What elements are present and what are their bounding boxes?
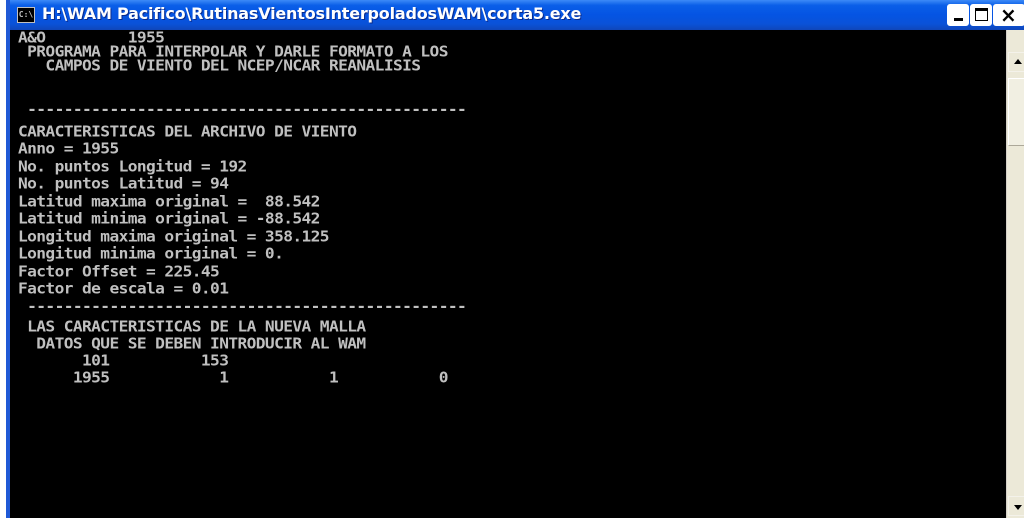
- console-line: CARACTERISTICAS DEL ARCHIVO DE VIENTO: [18, 122, 357, 141]
- console-window: C:\ H:\WAM Pacifico\RutinasVientosInterp…: [6, 0, 1024, 518]
- maximize-button[interactable]: [970, 4, 992, 26]
- console-line: Longitud minima original = 0.: [18, 244, 284, 263]
- console-line: Anno = 1955: [18, 139, 119, 158]
- vertical-scrollbar[interactable]: [1006, 30, 1024, 518]
- arrow-up-icon: [1014, 59, 1022, 64]
- console-line: Factor Offset = 225.45: [18, 262, 220, 281]
- console-line: 101 153: [18, 351, 229, 370]
- minimize-icon: [954, 18, 963, 21]
- minimize-button[interactable]: [947, 4, 969, 26]
- console-separator: ----------------------------------------…: [18, 100, 467, 119]
- scroll-down-button[interactable]: [1008, 496, 1024, 516]
- arrow-down-icon: [1014, 505, 1022, 510]
- console-app-icon[interactable]: C:\: [17, 7, 35, 23]
- scrollbar-thumb[interactable]: [1008, 78, 1024, 146]
- console-line: CAMPOS DE VIENTO DEL NCEP/NCAR REANALISI…: [18, 56, 421, 75]
- console-line: No. puntos Latitud = 94: [18, 174, 229, 193]
- close-button[interactable]: ×: [993, 4, 1024, 26]
- console-separator: ----------------------------------------…: [18, 297, 467, 316]
- console-output[interactable]: A&O 1955 PROGRAMA PARA INTERPOLAR Y DARL…: [18, 30, 1003, 518]
- maximize-icon: [975, 8, 988, 21]
- console-line: Latitud maxima original = 88.542: [18, 192, 320, 211]
- scroll-up-button[interactable]: [1008, 52, 1024, 72]
- console-line: 1955 1 1 0: [18, 368, 449, 387]
- console-line: LAS CARACTERISTICAS DE LA NUEVA MALLA: [18, 317, 366, 336]
- console-line: DATOS QUE SE DEBEN INTRODUCIR AL WAM: [18, 334, 366, 353]
- title-bar[interactable]: C:\ H:\WAM Pacifico\RutinasVientosInterp…: [10, 0, 1024, 30]
- console-line: Latitud minima original = -88.542: [18, 209, 320, 228]
- console-line: Longitud maxima original = 358.125: [18, 227, 330, 246]
- console-line: No. puntos Longitud = 192: [18, 157, 247, 176]
- console-line: Factor de escala = 0.01: [18, 279, 229, 298]
- close-icon: ×: [1000, 3, 1017, 27]
- window-title: H:\WAM Pacifico\RutinasVientosInterpolad…: [42, 4, 582, 23]
